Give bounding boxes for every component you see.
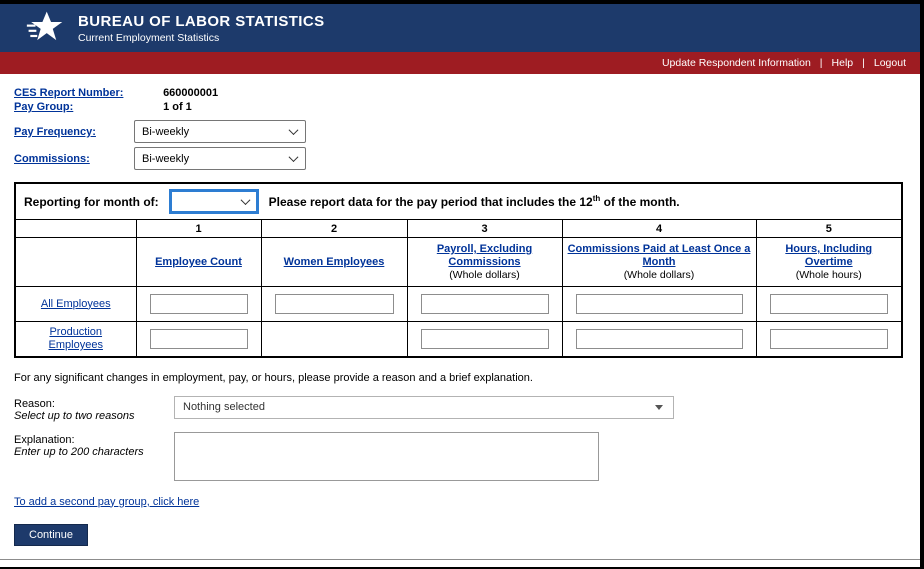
employee-count-link[interactable]: Employee Count [155, 256, 242, 269]
column-number-4: 4 [562, 220, 756, 238]
chevron-down-icon [289, 125, 299, 135]
pay-frequency-selected-value: Bi-weekly [142, 125, 189, 139]
ces-report-page: BUREAU OF LABOR STATISTICS Current Emplo… [0, 0, 924, 569]
nav-update-respondent-link[interactable]: Update Respondent Information [662, 57, 811, 69]
changes-instruction-text: For any significant changes in employmen… [14, 372, 924, 384]
explanation-textarea[interactable] [174, 432, 599, 481]
ces-report-number-value: 660000001 [163, 87, 218, 99]
ces-report-number-link[interactable]: CES Report Number: [14, 86, 134, 100]
column-number-3: 3 [407, 220, 562, 238]
column-subtext: (Whole hours) [761, 269, 898, 281]
chevron-down-icon [289, 152, 299, 162]
pay-frequency-link[interactable]: Pay Frequency: [14, 125, 134, 139]
pay-frequency-select[interactable]: Bi-weekly [134, 120, 306, 143]
input-production-employees-payroll[interactable] [421, 329, 549, 349]
explanation-row: Explanation: Enter up to 200 characters [14, 432, 924, 481]
add-second-pay-group-link[interactable]: To add a second pay group, click here [14, 496, 199, 508]
row-label-cell: Production Employees [15, 322, 136, 357]
bls-logo-star-icon [26, 9, 64, 47]
pay-group-value: 1 of 1 [163, 101, 192, 113]
masthead: BUREAU OF LABOR STATISTICS Current Emplo… [0, 4, 924, 52]
caret-down-icon [655, 405, 663, 410]
reason-label: Reason: [14, 398, 174, 410]
explanation-label: Explanation: [14, 434, 174, 446]
input-all-employees-commissions[interactable] [576, 294, 743, 314]
input-all-employees-employee-count[interactable] [150, 294, 248, 314]
empty-cell [261, 322, 407, 357]
reporting-month-select[interactable] [169, 189, 259, 214]
input-all-employees-women-employees[interactable] [275, 294, 394, 314]
reporting-month-label: Reporting for month of: [24, 195, 159, 209]
column-number-2: 2 [261, 220, 407, 238]
column-number-1: 1 [136, 220, 261, 238]
input-production-employees-employee-count[interactable] [150, 329, 248, 349]
column-subtext: (Whole dollars) [412, 269, 558, 281]
row-label-cell: All Employees [15, 287, 136, 322]
chevron-down-icon [240, 195, 250, 205]
site-subtitle: Current Employment Statistics [78, 32, 325, 44]
continue-button[interactable]: Continue [14, 524, 88, 546]
report-info-section: CES Report Number: 660000001 Pay Group: … [0, 74, 924, 170]
window-frame-right [920, 0, 924, 569]
column-header-hours: Hours, Including Overtime (Whole hours) [756, 238, 902, 287]
window-frame-top [0, 0, 924, 4]
nav-help-link[interactable]: Help [832, 57, 854, 69]
reporting-month-row: Reporting for month of: Please report da… [15, 183, 902, 220]
corner-cell [15, 220, 136, 238]
input-all-employees-payroll[interactable] [421, 294, 549, 314]
input-production-employees-commissions[interactable] [576, 329, 743, 349]
column-header-commissions-paid: Commissions Paid at Least Once a Month (… [562, 238, 756, 287]
all-employees-link[interactable]: All Employees [41, 298, 111, 311]
nav-separator: | [820, 57, 823, 69]
nav-logout-link[interactable]: Logout [874, 57, 906, 69]
explanation-hint: Enter up to 200 characters [14, 446, 174, 458]
top-nav-bar: Update Respondent Information | Help | L… [0, 52, 924, 74]
women-employees-link[interactable]: Women Employees [284, 256, 385, 269]
commissions-link[interactable]: Commissions: [14, 152, 134, 166]
commissions-paid-link[interactable]: Commissions Paid at Least Once a Month [567, 243, 752, 269]
hours-including-overtime-link[interactable]: Hours, Including Overtime [761, 243, 898, 269]
column-header-employee-count: Employee Count [136, 238, 261, 287]
reason-multiselect[interactable]: Nothing selected [174, 396, 674, 419]
column-header-payroll: Payroll, Excluding Commissions (Whole do… [407, 238, 562, 287]
payroll-excluding-commissions-link[interactable]: Payroll, Excluding Commissions [412, 243, 558, 269]
report-data-table: Reporting for month of: Please report da… [14, 182, 903, 358]
commissions-select[interactable]: Bi-weekly [134, 147, 306, 170]
reason-hint: Select up to two reasons [14, 410, 174, 422]
reporting-note: Please report data for the pay period th… [269, 194, 680, 209]
header-empty-cell [15, 238, 136, 287]
nav-separator: | [862, 57, 865, 69]
input-all-employees-hours[interactable] [770, 294, 889, 314]
reason-row: Reason: Select up to two reasons Nothing… [14, 396, 924, 422]
site-title: BUREAU OF LABOR STATISTICS [78, 13, 325, 30]
reason-selected-value: Nothing selected [183, 401, 265, 413]
pay-group-link[interactable]: Pay Group: [14, 100, 134, 114]
column-subtext: (Whole dollars) [567, 269, 752, 281]
column-number-5: 5 [756, 220, 902, 238]
column-header-women-employees: Women Employees [261, 238, 407, 287]
input-production-employees-hours[interactable] [770, 329, 889, 349]
production-employees-link[interactable]: Production Employees [36, 326, 116, 352]
commissions-selected-value: Bi-weekly [142, 152, 189, 166]
